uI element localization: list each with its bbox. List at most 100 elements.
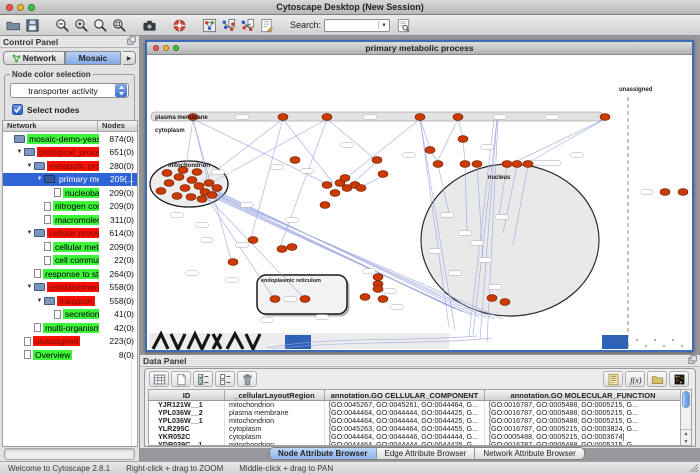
float-panel-icon[interactable] [127, 36, 136, 47]
graph-node[interactable] [204, 180, 214, 187]
table-row[interactable]: YLR295Ccytoplasm[GO:0045263, GO:0044464,… [149, 425, 691, 433]
tree-row-transport[interactable]: ▼transport558(0) [3, 294, 137, 308]
graph-node[interactable] [523, 161, 533, 168]
select-attributes-icon[interactable] [193, 371, 213, 387]
table-row[interactable]: YJR121W__1mitochondrion[GO:0045267, GO:0… [149, 401, 691, 409]
search-dropdown-arrow[interactable]: ▾ [378, 21, 389, 29]
tree-row-overview[interactable]: Overview8(0) [3, 348, 137, 362]
column-header[interactable]: ID [149, 390, 225, 400]
graph-node[interactable] [433, 161, 443, 168]
tree-row-nitrogen-compo[interactable]: nitrogen compo209(0) [3, 200, 137, 214]
help-lifesaver-icon[interactable] [170, 17, 189, 34]
scrollbar-arrows[interactable]: ▲▼ [681, 429, 691, 445]
graph-node[interactable] [287, 244, 297, 251]
graph-node[interactable] [192, 169, 202, 176]
tree-row-response-to-stimulu[interactable]: response to stimulu264(0) [3, 267, 137, 281]
graph-node[interactable] [458, 136, 468, 143]
snapshot-camera-icon[interactable] [140, 17, 159, 34]
column-header[interactable]: annotation.GO MOLECULAR_FUNCTION [485, 390, 682, 400]
tab-network-attribute-browser[interactable]: Network Attribute Browser [475, 448, 583, 459]
zoom-out-icon[interactable] [53, 17, 72, 34]
zoom-actual-icon[interactable] [91, 17, 110, 34]
graph-node[interactable] [322, 182, 332, 189]
graph-node[interactable] [164, 180, 174, 187]
column-header[interactable]: annotation.GO CELLULAR_COMPONENT [325, 390, 485, 400]
network-window-titlebar[interactable]: primary metabolic process [147, 42, 692, 55]
graph-node[interactable] [156, 188, 166, 195]
resize-grip[interactable] [689, 463, 699, 473]
network-overview-icon[interactable] [200, 17, 219, 34]
copy-view-1-icon[interactable] [219, 17, 238, 34]
graph-node[interactable] [372, 157, 382, 164]
unselect-attributes-icon[interactable] [215, 371, 235, 387]
graph-node[interactable] [197, 196, 207, 203]
table-row[interactable]: YPL036W__2plasma membrane[GO:0044464, GO… [149, 409, 691, 417]
tab-network[interactable]: Network [3, 51, 65, 65]
graph-node[interactable] [186, 194, 196, 201]
window-titlebar[interactable]: Cytoscape Desktop (New Session) [0, 0, 700, 15]
tab-overflow-arrow[interactable]: ▶ [123, 51, 136, 65]
import-attributes-icon[interactable] [647, 371, 667, 387]
tree-row-metabolic-process[interactable]: ▼metabolic process280(0) [3, 159, 137, 173]
graph-node[interactable] [270, 296, 280, 303]
annotation-icon[interactable] [257, 17, 276, 34]
graph-node[interactable] [300, 296, 310, 303]
expander-icon[interactable]: ▼ [15, 149, 24, 155]
graph-node[interactable] [373, 286, 383, 293]
graph-node[interactable] [277, 246, 287, 253]
tree-row-cellular-metabol[interactable]: cellular metabol209(0) [3, 240, 137, 254]
node-color-dropdown[interactable]: transporter activity [10, 83, 129, 98]
table-scrollbar[interactable]: ▲▼ [680, 390, 691, 445]
attribute-matrix-icon[interactable] [669, 371, 689, 387]
save-session-icon[interactable] [23, 17, 42, 34]
tree-row-nucleobase-[interactable]: nucleobase-209(0) [3, 186, 137, 200]
graph-node[interactable] [207, 192, 217, 199]
graph-node[interactable] [212, 185, 222, 192]
expander-icon[interactable]: ▼ [25, 163, 34, 169]
attribute-table-icon[interactable] [149, 371, 169, 387]
expander-icon[interactable]: ▼ [35, 298, 44, 304]
graph-node[interactable] [290, 157, 300, 164]
graph-node[interactable] [172, 193, 182, 200]
graph-node[interactable] [174, 174, 184, 181]
graph-node[interactable] [360, 294, 370, 301]
graph-node[interactable] [415, 114, 425, 121]
graph-node[interactable] [472, 161, 482, 168]
open-session-icon[interactable] [4, 17, 23, 34]
tree-row-macromolecule[interactable]: macromolecule311(0) [3, 213, 137, 227]
scrollbar-thumb[interactable] [682, 391, 690, 408]
graph-node[interactable] [373, 274, 383, 281]
tab-node-attribute-browser[interactable]: Node Attribute Browser [270, 448, 377, 459]
network-canvas[interactable]: plasma membranecytoplasmmitochondrionnuc… [147, 55, 692, 350]
graph-node[interactable] [340, 175, 350, 182]
table-row[interactable]: YPL036W__1mitochondrion[GO:0044464, GO:0… [149, 417, 691, 425]
tree-row-cell-communicat[interactable]: cell communicat22(0) [3, 254, 137, 268]
graph-node[interactable] [180, 185, 190, 192]
graph-node[interactable] [356, 185, 366, 192]
new-attribute-icon[interactable] [171, 371, 191, 387]
graph-node[interactable] [378, 171, 388, 178]
function-builder-icon[interactable]: f(x) [625, 371, 645, 387]
table-row[interactable]: YDR039C__1mitochondrion[GO:0044464, GO:0… [149, 441, 691, 446]
tree-row-multi-organism-pro[interactable]: multi-organism pro42(0) [3, 321, 137, 335]
select-nodes-checkbox[interactable] [12, 104, 23, 115]
graph-node[interactable] [425, 147, 435, 154]
graph-node[interactable] [194, 183, 204, 190]
tab-edge-attribute-browser[interactable]: Edge Attribute Browser [377, 448, 476, 459]
graph-node[interactable] [378, 296, 388, 303]
tree-row-unassigned[interactable]: unassigned223(0) [3, 335, 137, 349]
float-data-panel-icon[interactable] [688, 355, 697, 366]
delete-attribute-icon[interactable] [237, 371, 257, 387]
graph-node[interactable] [502, 161, 512, 168]
graph-node[interactable] [320, 202, 330, 209]
graph-node[interactable] [660, 189, 670, 196]
tree-column-network[interactable]: Network [3, 121, 98, 131]
graph-node[interactable] [500, 299, 510, 306]
zoom-in-icon[interactable] [72, 17, 91, 34]
tree-row-secretion[interactable]: secretion41(0) [3, 308, 137, 322]
graph-node[interactable] [453, 114, 463, 121]
expander-icon[interactable]: ▼ [35, 176, 44, 182]
graph-node[interactable] [278, 114, 288, 121]
zoom-fit-icon[interactable] [110, 17, 129, 34]
tree-row-establishment-of-lo[interactable]: ▼establishment of lo558(0) [3, 281, 137, 295]
